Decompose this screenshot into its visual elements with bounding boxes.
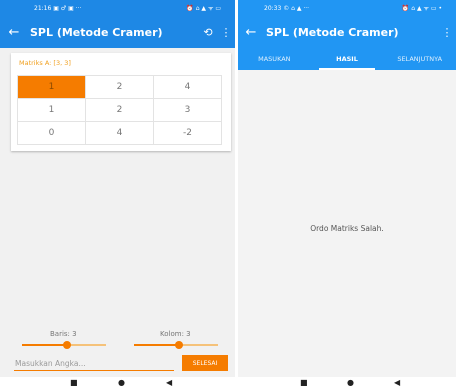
home-icon[interactable]: ● <box>118 378 125 387</box>
status-time: 21:16 <box>34 4 52 12</box>
matrix-cell[interactable]: 2 <box>86 76 154 99</box>
matrix-cell[interactable]: 3 <box>154 99 222 122</box>
tab-hasil[interactable]: HASIL <box>311 48 384 70</box>
left-screen: 21:16 ▣ ♂ ▣ ··· ⏰ ⌂ ▲ ᯤ ▭ ← SPL (Metode … <box>0 0 235 377</box>
recent-apps-icon[interactable]: ■ <box>300 378 308 387</box>
matrix-cell[interactable]: 4 <box>86 122 154 145</box>
cols-label: Kolom: 3 <box>160 330 191 338</box>
system-icons: ⏰ ⌂ ▲ ᯤ ▭ • <box>401 5 442 12</box>
matrix-label: Matriks A: [3, 3] <box>19 59 71 67</box>
rows-label: Baris: 3 <box>50 330 77 338</box>
tab-bar: MASUKAN HASIL SELANJUTNYA <box>238 48 456 70</box>
more-vert-icon[interactable]: ⋮ <box>438 26 456 39</box>
cols-slider[interactable] <box>134 341 218 349</box>
arrow-left-icon[interactable]: ← <box>0 25 28 40</box>
matrix-cell[interactable]: 2 <box>86 99 154 122</box>
status-icons: © ⌂ ▲ ··· <box>283 4 310 12</box>
matrix-cell[interactable]: 1 <box>18 99 86 122</box>
matrix-grid: 1 2 4 1 2 3 0 4 -2 <box>17 75 222 145</box>
history-icon[interactable]: ⟲ <box>199 26 217 39</box>
matrix-cell[interactable]: 1 <box>18 76 86 99</box>
back-icon[interactable]: ◀ <box>394 378 400 387</box>
home-icon[interactable]: ● <box>347 378 354 387</box>
matrix-card: Matriks A: [3, 3] 1 2 4 1 2 3 0 4 -2 <box>11 53 231 151</box>
error-message: Ordo Matriks Salah. <box>310 224 384 233</box>
navigation-bar: ■ ● ◀ ■ ● ◀ <box>0 377 456 387</box>
rows-slider[interactable] <box>22 341 106 349</box>
back-icon[interactable]: ◀ <box>166 378 172 387</box>
cols-slider-fill <box>134 344 179 346</box>
recent-apps-icon[interactable]: ■ <box>70 378 78 387</box>
cols-slider-knob[interactable] <box>175 341 183 349</box>
done-button[interactable]: SELESAI <box>182 355 228 371</box>
tab-selanjutnya[interactable]: SELANJUTNYA <box>383 48 456 70</box>
number-input[interactable] <box>14 356 174 371</box>
matrix-cell[interactable]: 0 <box>18 122 86 145</box>
status-bar: 20:33 © ⌂ ▲ ··· ⏰ ⌂ ▲ ᯤ ▭ • <box>238 0 456 16</box>
page-title: SPL (Metode Cramer) <box>266 25 399 39</box>
status-time: 20:33 <box>264 4 282 12</box>
status-bar: 21:16 ▣ ♂ ▣ ··· ⏰ ⌂ ▲ ᯤ ▭ <box>0 0 235 16</box>
rows-slider-fill <box>22 344 67 346</box>
app-bar: ← SPL (Metode Cramer) ⋮ <box>238 16 456 48</box>
app-bar: ← SPL (Metode Cramer) ⟲ ⋮ <box>0 16 235 48</box>
status-icons: ▣ ♂ ▣ ··· <box>53 4 82 12</box>
page-title: SPL (Metode Cramer) <box>30 25 163 39</box>
tab-masukan[interactable]: MASUKAN <box>238 48 311 70</box>
rows-slider-knob[interactable] <box>63 341 71 349</box>
system-icons: ⏰ ⌂ ▲ ᯤ ▭ <box>186 5 221 12</box>
more-vert-icon[interactable]: ⋮ <box>217 26 235 39</box>
right-screen: 20:33 © ⌂ ▲ ··· ⏰ ⌂ ▲ ᯤ ▭ • ← SPL (Metod… <box>238 0 456 377</box>
input-panel: Baris: 3 Kolom: 3 SELESAI <box>0 326 235 377</box>
arrow-left-icon[interactable]: ← <box>238 25 264 40</box>
matrix-cell[interactable]: -2 <box>154 122 222 145</box>
matrix-cell[interactable]: 4 <box>154 76 222 99</box>
